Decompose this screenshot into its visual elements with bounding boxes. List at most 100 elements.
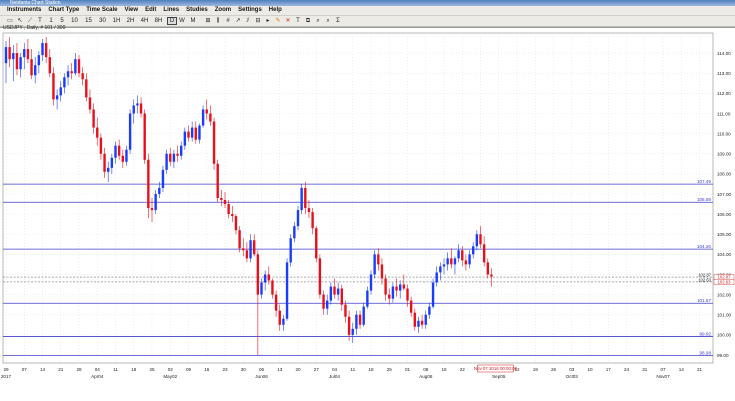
y-tick-label: 104.00 (717, 252, 731, 257)
candle-body (180, 145, 183, 156)
timeframe-w[interactable]: W (178, 17, 186, 25)
candle-body (81, 73, 84, 80)
y-tick-label: 114.00 (717, 51, 731, 56)
menu-item-chart-type[interactable]: Chart Type (48, 6, 79, 15)
price-level-label: 101.57 (697, 298, 711, 303)
sigma-icon[interactable]: Σ (334, 17, 342, 25)
menu-item-studies[interactable]: Studies (186, 6, 208, 15)
timeframe-2h[interactable]: 2H (125, 17, 136, 25)
timeframe-15[interactable]: 15 (83, 17, 94, 25)
channel-icon[interactable]: ⫽ (244, 17, 252, 25)
fib-icon[interactable]: ⊟ (254, 17, 262, 25)
timeframe-30[interactable]: 30 (97, 17, 108, 25)
candle-body (12, 53, 15, 60)
x-period-label: 2017 (1, 374, 12, 379)
candle-body (99, 137, 103, 154)
timeframe-1[interactable]: 1 (47, 17, 55, 25)
x-tick-label: 07 (660, 367, 666, 372)
menu-item-view[interactable]: View (125, 6, 139, 15)
timeframe-4h[interactable]: 4H (139, 17, 150, 25)
arrow-icon[interactable]: ▸ (264, 17, 272, 25)
x-tick-label: 21 (58, 367, 64, 372)
hash-icon[interactable]: # (224, 17, 232, 25)
candle-body (461, 250, 464, 261)
grid-icon[interactable]: ⊞ (204, 17, 212, 25)
menu-item-zoom[interactable]: Zoom (215, 6, 231, 15)
candle-body (92, 109, 95, 128)
candle-body (482, 244, 486, 263)
delete-icon[interactable]: ✕ (284, 17, 292, 25)
y-tick-label: 105.00 (717, 232, 731, 237)
menu-item-instruments[interactable]: Instruments (7, 6, 41, 15)
candle-body (249, 240, 252, 259)
candle-body (55, 95, 59, 100)
candle-body (446, 258, 449, 265)
candle-body (187, 131, 190, 138)
candle-body (26, 49, 30, 60)
x-tick-label: 28 (76, 367, 82, 372)
candlestick-chart[interactable]: 99.00100.00101.00102.00103.00104.00105.0… (0, 28, 735, 401)
x-tick-label: 25 (149, 367, 155, 372)
x-tick-label: 19 (533, 367, 539, 372)
timeframe-5[interactable]: 5 (58, 17, 66, 25)
timeframe-m[interactable]: M (189, 17, 197, 25)
candle-body (479, 234, 482, 245)
candle-body (150, 208, 154, 211)
price-level-label: 104.26 (697, 244, 711, 249)
x-tick-label: 27 (314, 367, 320, 372)
candle-body (103, 153, 106, 172)
timeframe-d[interactable]: D (167, 17, 177, 25)
cursor-date-label: Nov 07 2016 00:00:00 (474, 366, 518, 371)
chart-type-icon[interactable]: ▭ (6, 17, 14, 25)
menu-item-edit[interactable]: Edit (145, 6, 156, 15)
candle-body (399, 284, 402, 291)
candle-body (136, 103, 139, 106)
menu-item-time-scale[interactable]: Time Scale (86, 6, 117, 15)
timeframe-1h[interactable]: 1H (111, 17, 122, 25)
y-tick-label: 100.00 (717, 333, 731, 338)
x-tick-label: 06 (259, 367, 265, 372)
candle-body (377, 254, 380, 265)
candle-body (183, 131, 187, 146)
x-tick-label: 03 (569, 367, 575, 372)
price-level-label: 106.59 (697, 197, 711, 202)
candle-body (110, 157, 114, 168)
zoom-in-icon[interactable]: ⌕ (314, 17, 322, 25)
candle-body (121, 155, 124, 162)
candle-body (48, 57, 51, 74)
x-tick-label: 18 (368, 367, 374, 372)
bars-icon[interactable]: ⫼ (214, 17, 222, 25)
menu-item-settings[interactable]: Settings (238, 6, 262, 15)
candle-body (30, 59, 33, 76)
x-tick-label: 04 (332, 367, 338, 372)
candle-body (209, 113, 212, 122)
candle-body (96, 127, 99, 138)
candle-body (114, 145, 117, 158)
timeframe-10[interactable]: 10 (69, 17, 80, 25)
trend-up-icon[interactable]: ↗ (234, 17, 242, 25)
x-period-label: Nov07 (656, 374, 670, 379)
text-icon[interactable]: T (294, 17, 302, 25)
candle-body (369, 274, 373, 291)
candle-body (242, 248, 245, 251)
candle-body (88, 97, 92, 110)
cursor-icon[interactable]: ↖ (16, 17, 24, 25)
menu-item-lines[interactable]: Lines (163, 6, 179, 15)
candle-body (165, 153, 168, 170)
x-tick-label: 21 (697, 367, 703, 372)
menu-item-help[interactable]: Help (269, 6, 282, 15)
plot-area (2, 32, 714, 364)
line-icon[interactable]: ⟋ (26, 17, 34, 25)
candle-body (172, 153, 176, 162)
candle-body (464, 260, 468, 265)
candle-body (139, 103, 143, 114)
zoom-out-icon[interactable]: ⌕ (324, 17, 332, 25)
candle-body (147, 159, 150, 209)
pencil-icon[interactable]: ✎ (274, 17, 282, 25)
y-tick-label: 101.00 (717, 313, 731, 318)
x-tick-label: 13 (277, 367, 283, 372)
timeframe-t[interactable]: T (36, 17, 44, 25)
timeframe-8h[interactable]: 8H (153, 17, 164, 25)
y-tick-label: 113.00 (717, 71, 731, 76)
copy-icon[interactable]: ⧉ (304, 17, 312, 25)
